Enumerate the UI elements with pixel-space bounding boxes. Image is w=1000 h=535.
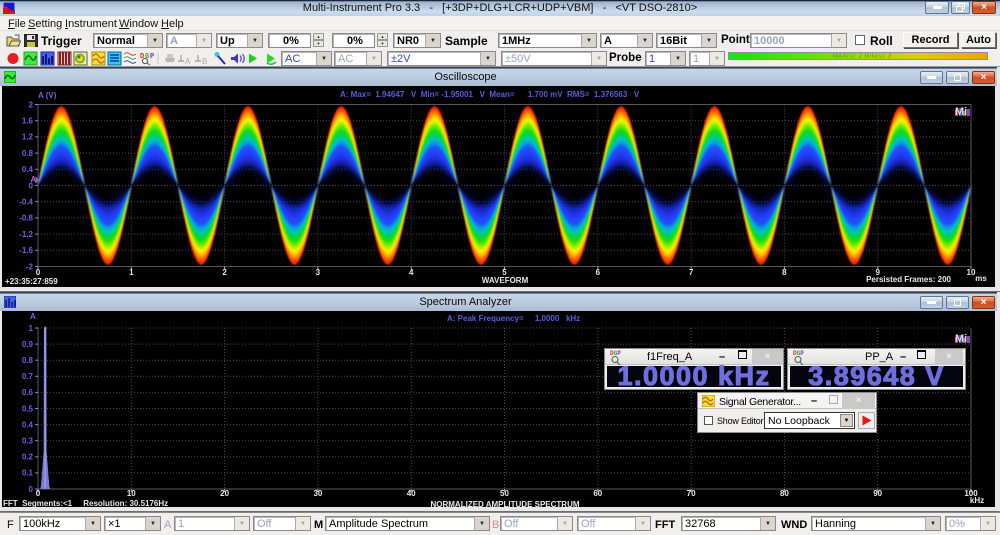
svg-text:50: 50 bbox=[500, 489, 509, 498]
svg-text:0.9: 0.9 bbox=[22, 340, 34, 349]
svg-text:-0.4: -0.4 bbox=[19, 198, 33, 207]
svg-text:8: 8 bbox=[782, 268, 787, 277]
svg-text:P: P bbox=[150, 53, 154, 61]
svg-text:1: 1 bbox=[129, 268, 134, 277]
svg-text:80: 80 bbox=[780, 489, 789, 498]
svg-text:0.1: 0.1 bbox=[22, 469, 34, 478]
svg-text:4: 4 bbox=[409, 268, 414, 277]
svg-text:3: 3 bbox=[316, 268, 321, 277]
svg-text:0.7: 0.7 bbox=[22, 372, 34, 381]
svg-text:40: 40 bbox=[407, 489, 416, 498]
svg-text:6: 6 bbox=[596, 268, 601, 277]
svg-text:B: B bbox=[202, 57, 207, 66]
svg-text:0.6: 0.6 bbox=[22, 388, 34, 397]
svg-text:0.3: 0.3 bbox=[22, 437, 34, 446]
svg-text:-0.8: -0.8 bbox=[19, 214, 33, 223]
svg-text:10: 10 bbox=[127, 489, 136, 498]
svg-text:0: 0 bbox=[29, 485, 34, 494]
svg-text:A: A bbox=[30, 312, 36, 321]
svg-text:30: 30 bbox=[313, 489, 322, 498]
svg-text:1: 1 bbox=[29, 324, 34, 333]
svg-text:0.5: 0.5 bbox=[22, 404, 34, 413]
svg-text:A: Peak Frequency= 1.0000: A: Peak Frequency= 1.0000 kHz bbox=[447, 314, 580, 323]
svg-text:Mi: Mi bbox=[955, 106, 967, 118]
svg-text:90: 90 bbox=[873, 489, 882, 498]
svg-text:0: 0 bbox=[36, 268, 41, 277]
svg-text:-1.2: -1.2 bbox=[19, 230, 33, 239]
svg-text:0.2: 0.2 bbox=[22, 453, 34, 462]
svg-text:2: 2 bbox=[222, 268, 227, 277]
svg-text:0.4: 0.4 bbox=[22, 420, 34, 429]
svg-text:1.6: 1.6 bbox=[22, 117, 34, 126]
svg-text:-1.6: -1.6 bbox=[19, 246, 33, 255]
svg-text:Mi: Mi bbox=[955, 333, 967, 345]
svg-text:7: 7 bbox=[689, 268, 694, 277]
svg-text:A (V): A (V) bbox=[38, 91, 57, 100]
svg-text:20: 20 bbox=[220, 489, 229, 498]
svg-text:0.4: 0.4 bbox=[22, 165, 34, 174]
svg-text:-2: -2 bbox=[26, 262, 34, 271]
svg-text:ms: ms bbox=[975, 274, 987, 283]
svg-text:70: 70 bbox=[687, 489, 696, 498]
svg-text:60: 60 bbox=[593, 489, 602, 498]
svg-text:Persisted Frames: 200: Persisted Frames: 200 bbox=[866, 275, 951, 284]
svg-text:+23:35:27:859: +23:35:27:859 bbox=[5, 277, 58, 286]
svg-text:A: A bbox=[185, 57, 191, 66]
svg-text:0.8: 0.8 bbox=[22, 149, 34, 158]
svg-text:2: 2 bbox=[29, 100, 34, 109]
svg-text:FFT Segments:<1 Resolutio: FFT Segments:<1 Resolution: 30.5176Hz bbox=[3, 499, 168, 507]
svg-text:NORMALIZED AMPLITUDE SPECTRUM: NORMALIZED AMPLITUDE SPECTRUM bbox=[430, 500, 579, 507]
svg-text:0: 0 bbox=[36, 489, 41, 498]
svg-text:1.2: 1.2 bbox=[22, 133, 34, 142]
svg-text:A: Max= 1.94647 V Min= -1.: A: Max= 1.94647 V Min= -1.95001 V Mean= … bbox=[340, 90, 640, 99]
svg-text:WAVEFORM: WAVEFORM bbox=[482, 276, 529, 285]
svg-text:0.8: 0.8 bbox=[22, 356, 34, 365]
svg-text:kHz: kHz bbox=[970, 496, 984, 505]
svg-text:D: D bbox=[140, 53, 144, 61]
